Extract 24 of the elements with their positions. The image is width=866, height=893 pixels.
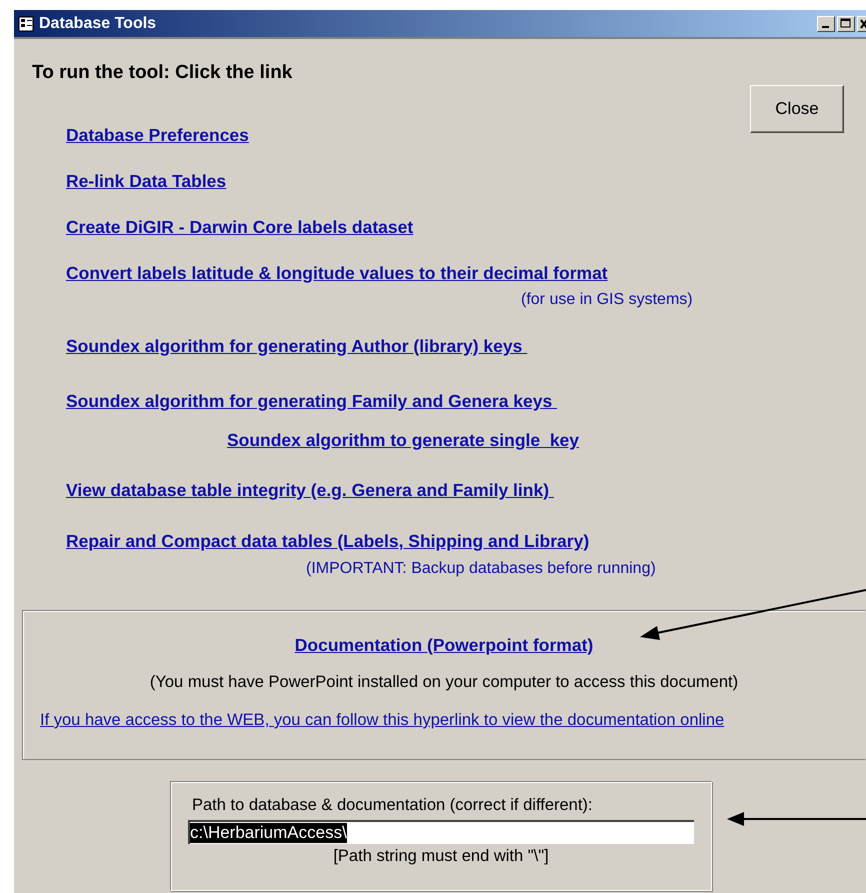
path-label: Path to database & documentation (correct if different): [192, 796, 593, 815]
documentation-link[interactable]: Documentation (Powerpoint format) [294, 635, 594, 656]
tool-link[interactable]: Soundex algorithm to generate single key [227, 429, 580, 451]
tool-link[interactable]: View database table integrity (e.g. Genera and Family link) [66, 479, 554, 501]
minimize-icon[interactable] [817, 16, 835, 32]
tool-link[interactable]: Soundex algorithm for generating Author (library) keys [66, 335, 528, 357]
tool-link[interactable]: Database Preferences [66, 124, 249, 146]
tool-link[interactable]: Repair and Compact data tables (Labels, Shipping and Library) [66, 530, 590, 552]
tool-link[interactable]: Convert labels latitude & longitude values to their decimal format [66, 262, 608, 284]
window-title: Database Tools [39, 14, 158, 32]
tool-link[interactable]: Soundex algorithm for generating Family and Genera keys [66, 390, 558, 412]
close-button[interactable]: Close [750, 85, 844, 133]
web-documentation-link[interactable]: If you have access to the WEB, you can follow this hyperlink to view the documentation online [40, 711, 724, 730]
form-icon [18, 16, 34, 32]
path-hint: [Path string must end with "\"] [333, 847, 549, 866]
requirement-note: (You must have PowerPoint installed on your computer to access this document) [150, 673, 738, 692]
link-note: (IMPORTANT: Backup databases before running) [306, 559, 656, 579]
tool-link[interactable]: Re-link Data Tables [66, 170, 226, 192]
instruction-heading: To run the tool: Click the link [32, 62, 292, 84]
maximize-icon[interactable] [837, 16, 855, 32]
close-icon[interactable] [857, 16, 866, 32]
tool-link[interactable]: Create DiGIR - Darwin Core labels dataset [66, 216, 414, 238]
link-note: (for use in GIS systems) [521, 290, 693, 310]
path-input-field[interactable]: c:\HerbariumAccess\ [188, 820, 694, 844]
